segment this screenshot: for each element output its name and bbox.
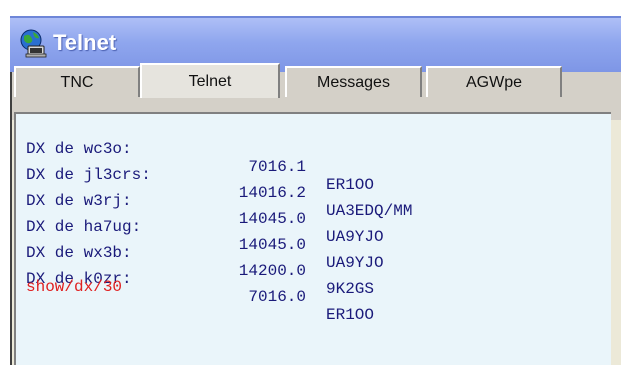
globe-computer-icon (20, 29, 47, 58)
spot-callsign: UA9YJO (326, 254, 384, 272)
command-echo: show/dx/30 (26, 278, 123, 296)
spot-frequency: 14200.0 (238, 262, 306, 280)
spot-callsign: ER1OO (326, 306, 375, 324)
tab-label: Telnet (188, 72, 232, 90)
dx-spot-line: DX de k0zr: 7016.0 ER1OO (26, 252, 374, 342)
tab-label: TNC (60, 73, 94, 91)
spot-callsign: UA9YJO (326, 228, 384, 246)
tab-label: Messages (317, 73, 390, 91)
spot-callsign: UA3EDQ/MM (326, 202, 413, 220)
spot-frequency: 7016.0 (248, 288, 306, 306)
tab-label: AGWpe (465, 73, 522, 91)
spot-callsign: ER1OO (326, 176, 375, 194)
spot-frequency: 7016.1 (248, 158, 306, 176)
spot-callsign: 9K2GS (326, 280, 375, 298)
terminal-output[interactable]: DX de wc3o: 7016.1 ER1OO DX de jl3crs: 1… (14, 112, 611, 365)
spot-frequency: 14045.0 (238, 210, 306, 228)
window-title: Telnet (53, 30, 117, 55)
spot-frequency: 14045.0 (238, 236, 306, 254)
tab-agwpe[interactable]: AGWpe (426, 66, 562, 97)
title-bar[interactable]: Telnet (10, 16, 621, 72)
window-left-border (10, 72, 12, 365)
spot-frequency: 14016.2 (238, 184, 306, 202)
tab-telnet[interactable]: Telnet (140, 63, 280, 98)
tab-messages[interactable]: Messages (285, 66, 422, 97)
tab-tnc[interactable]: TNC (14, 66, 140, 97)
